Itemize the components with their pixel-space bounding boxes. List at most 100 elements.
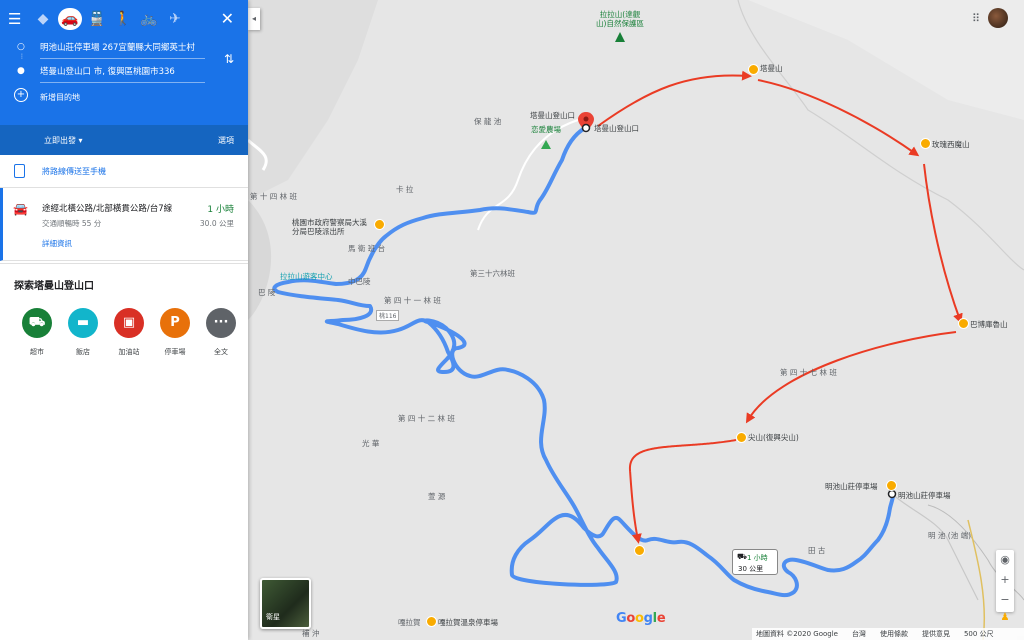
scale-label[interactable]: 500 公尺 — [964, 628, 994, 640]
destination-input[interactable]: 塔曼山登山口 市, 復興區桃園市336 — [40, 62, 205, 83]
police-label: 桃園市政府警察局大溪分局巴陵派出所 — [292, 218, 367, 236]
kala-label: 卡 拉 — [396, 185, 414, 194]
depart-now-dropdown[interactable]: 立即出發 ▾ — [44, 135, 83, 146]
parking-icon: P — [160, 308, 190, 338]
gala-parking-label: 嘎拉賀溫泉停車場 — [438, 618, 498, 627]
origin-input[interactable]: 明池山莊停車場 267宜蘭縣大同鄉英士村 — [40, 38, 205, 59]
satellite-label: 衛星 — [266, 613, 280, 621]
add-destination-button[interactable]: 新增目的地 — [40, 92, 80, 103]
reserve-label: 拉拉山(達觀山)自然保護區 — [596, 10, 644, 28]
tian-label: 田 古 — [808, 546, 826, 555]
forest36-label: 第三十六林班 — [470, 269, 515, 278]
peak-pin-icon[interactable] — [958, 318, 969, 329]
callout-time: 1 小時 — [747, 554, 768, 562]
peak-pin-icon[interactable] — [920, 138, 931, 149]
peak-meigui-label: 玫瑰西魔山 — [932, 140, 970, 149]
cart-icon: ⛟ — [22, 308, 52, 338]
attribution-bar: 地圖資料 ©2020 Google 台灣 使用條款 提供意見 500 公尺 — [752, 628, 1024, 640]
cycling-mode-icon[interactable]: 🚲 — [136, 8, 162, 30]
avatar[interactable] — [988, 8, 1008, 28]
send-to-phone-row[interactable]: 將路線傳送至手機 — [0, 155, 248, 188]
visitor-center-label: 拉拉山遊客中心 — [280, 272, 333, 281]
travel-mode-bar: ☰ ◆ 🚗 🚆 🚶 🚲 ✈ — [8, 8, 240, 30]
xiuyuan-label: 萱 源 — [428, 492, 446, 501]
explore-supermarket[interactable]: ⛟ 超市 — [14, 308, 60, 357]
explore-parking[interactable]: P 停車場 — [152, 308, 198, 357]
feedback-link[interactable]: 提供意見 — [922, 628, 950, 640]
satellite-toggle[interactable]: 衛星 — [260, 578, 311, 629]
peak-mingchi-label: 明池山莊停車場 — [825, 482, 878, 491]
route-time: 1 小時 — [207, 205, 234, 215]
explore-hotel[interactable]: ▬ 飯店 — [60, 308, 106, 357]
peak-taman-label: 塔曼山 — [760, 64, 783, 73]
apps-grid-icon[interactable]: ⠿ — [972, 12, 980, 25]
collapse-panel-button[interactable]: ◂ — [248, 8, 260, 30]
mahang-label: 馬 衛 班 台 — [348, 244, 386, 253]
peak-babo-label: 巴博庫魯山 — [970, 320, 1008, 329]
flight-mode-icon[interactable]: ✈ — [162, 8, 188, 30]
zoom-out-button[interactable]: − — [996, 590, 1014, 610]
car-icon: ⛟ — [737, 552, 748, 561]
hotel-icon: ▬ — [68, 308, 98, 338]
send-to-phone-label: 將路線傳送至手機 — [42, 167, 106, 176]
explore-label: 全文 — [214, 348, 228, 356]
callout-distance: 30 公里 — [738, 565, 764, 573]
trailhead-label: 塔曼山登山口 — [530, 111, 575, 120]
driving-mode-icon[interactable]: 🚗 — [58, 8, 82, 30]
phone-icon — [14, 164, 25, 178]
forest42-label: 第 四 十 二 林 班 — [398, 414, 455, 423]
chevron-down-icon: ▾ — [78, 136, 83, 145]
zoom-in-button[interactable]: + — [996, 570, 1014, 590]
directions-panel: ☰ ◆ 🚗 🚆 🚶 🚲 ✈ ✕ ○ ⋮ ● 明池山莊停車場 267宜蘭縣大同鄉英… — [0, 0, 248, 640]
peak-pin-icon[interactable] — [886, 480, 897, 491]
route-dots-icon: ⋮ — [19, 53, 25, 60]
google-logo: Google — [616, 611, 666, 626]
explore-title: 探索塔曼山登山口 — [14, 281, 94, 292]
map-data-credit: 地圖資料 ©2020 Google — [756, 630, 838, 638]
zhongbaling-label: 中巴陵 — [348, 277, 371, 286]
peak-pin-icon[interactable] — [748, 64, 759, 75]
divider — [0, 263, 248, 264]
peak-pin-icon[interactable] — [736, 432, 747, 443]
map-svg — [248, 0, 1024, 640]
explore-gas[interactable]: ▣ 加油站 — [106, 308, 152, 357]
walking-mode-icon[interactable]: 🚶 — [110, 8, 136, 30]
close-icon[interactable]: ✕ — [221, 9, 234, 28]
options-button[interactable]: 選項 — [218, 135, 234, 146]
directions-header: ☰ ◆ 🚗 🚆 🚶 🚲 ✈ ✕ ○ ⋮ ● 明池山莊停車場 267宜蘭縣大同鄉英… — [0, 0, 248, 155]
gas-icon: ▣ — [114, 308, 144, 338]
parking-pin-icon[interactable] — [426, 616, 437, 627]
baolun-label: 保 龍 池 — [474, 117, 502, 126]
guanghua-label: 光 華 — [362, 439, 380, 448]
terms-link[interactable]: 使用條款 — [880, 628, 908, 640]
map-canvas[interactable]: ◂ 拉拉山(達觀山)自然保護區 塔曼山登山口 塔曼山登山口 恋愛農場 保 龍 池… — [248, 0, 1024, 640]
peak-pin-icon[interactable] — [634, 545, 645, 556]
more-icon: ··· — [206, 308, 236, 338]
route-option[interactable]: 🚘 途經北橫公路/北部橫貫公路/台7線 1 小時 交通順暢時 55 分 30.0… — [0, 188, 248, 261]
explore-label: 超市 — [30, 348, 44, 356]
pegman-icon[interactable]: ♟ — [996, 612, 1014, 628]
mingchi-poi-label: 明池山莊停車場 — [898, 491, 951, 500]
best-route-icon[interactable]: ◆ — [30, 8, 56, 30]
google-maps-app: ☰ ◆ 🚗 🚆 🚶 🚲 ✈ ✕ ○ ⋮ ● 明池山莊停車場 267宜蘭縣大同鄉英… — [0, 0, 1024, 640]
road-shield: 桃116 — [376, 310, 400, 321]
menu-icon[interactable]: ☰ — [8, 10, 30, 28]
peak-jianshan-label: 尖山(復興尖山) — [748, 433, 799, 442]
baling-label: 巴 陵 — [258, 288, 276, 297]
forest41-label: 第 四 十 一 林 班 — [384, 296, 441, 305]
forest14-label: 第 十 四 林 班 — [250, 192, 298, 201]
destination-pin-icon: ● — [17, 66, 25, 76]
compass-icon[interactable]: ◉ — [996, 550, 1014, 570]
depart-bar: 立即出發 ▾ 選項 — [0, 125, 248, 155]
route-name: 途經北橫公路/北部橫貫公路/台7線 — [42, 204, 173, 214]
transit-mode-icon[interactable]: 🚆 — [84, 8, 110, 30]
explore-label: 飯店 — [76, 348, 90, 356]
add-icon[interactable]: + — [14, 88, 28, 102]
route-callout[interactable]: ⛟ 1 小時 30 公里 — [732, 549, 778, 575]
swap-icon[interactable]: ⇅ — [224, 52, 234, 66]
details-link[interactable]: 詳細資訊 — [42, 238, 72, 249]
trailhead-poi-label: 塔曼山登山口 — [594, 124, 639, 133]
region-link[interactable]: 台灣 — [852, 628, 866, 640]
police-pin-icon[interactable] — [374, 219, 385, 230]
explore-more[interactable]: ··· 全文 — [198, 308, 244, 357]
